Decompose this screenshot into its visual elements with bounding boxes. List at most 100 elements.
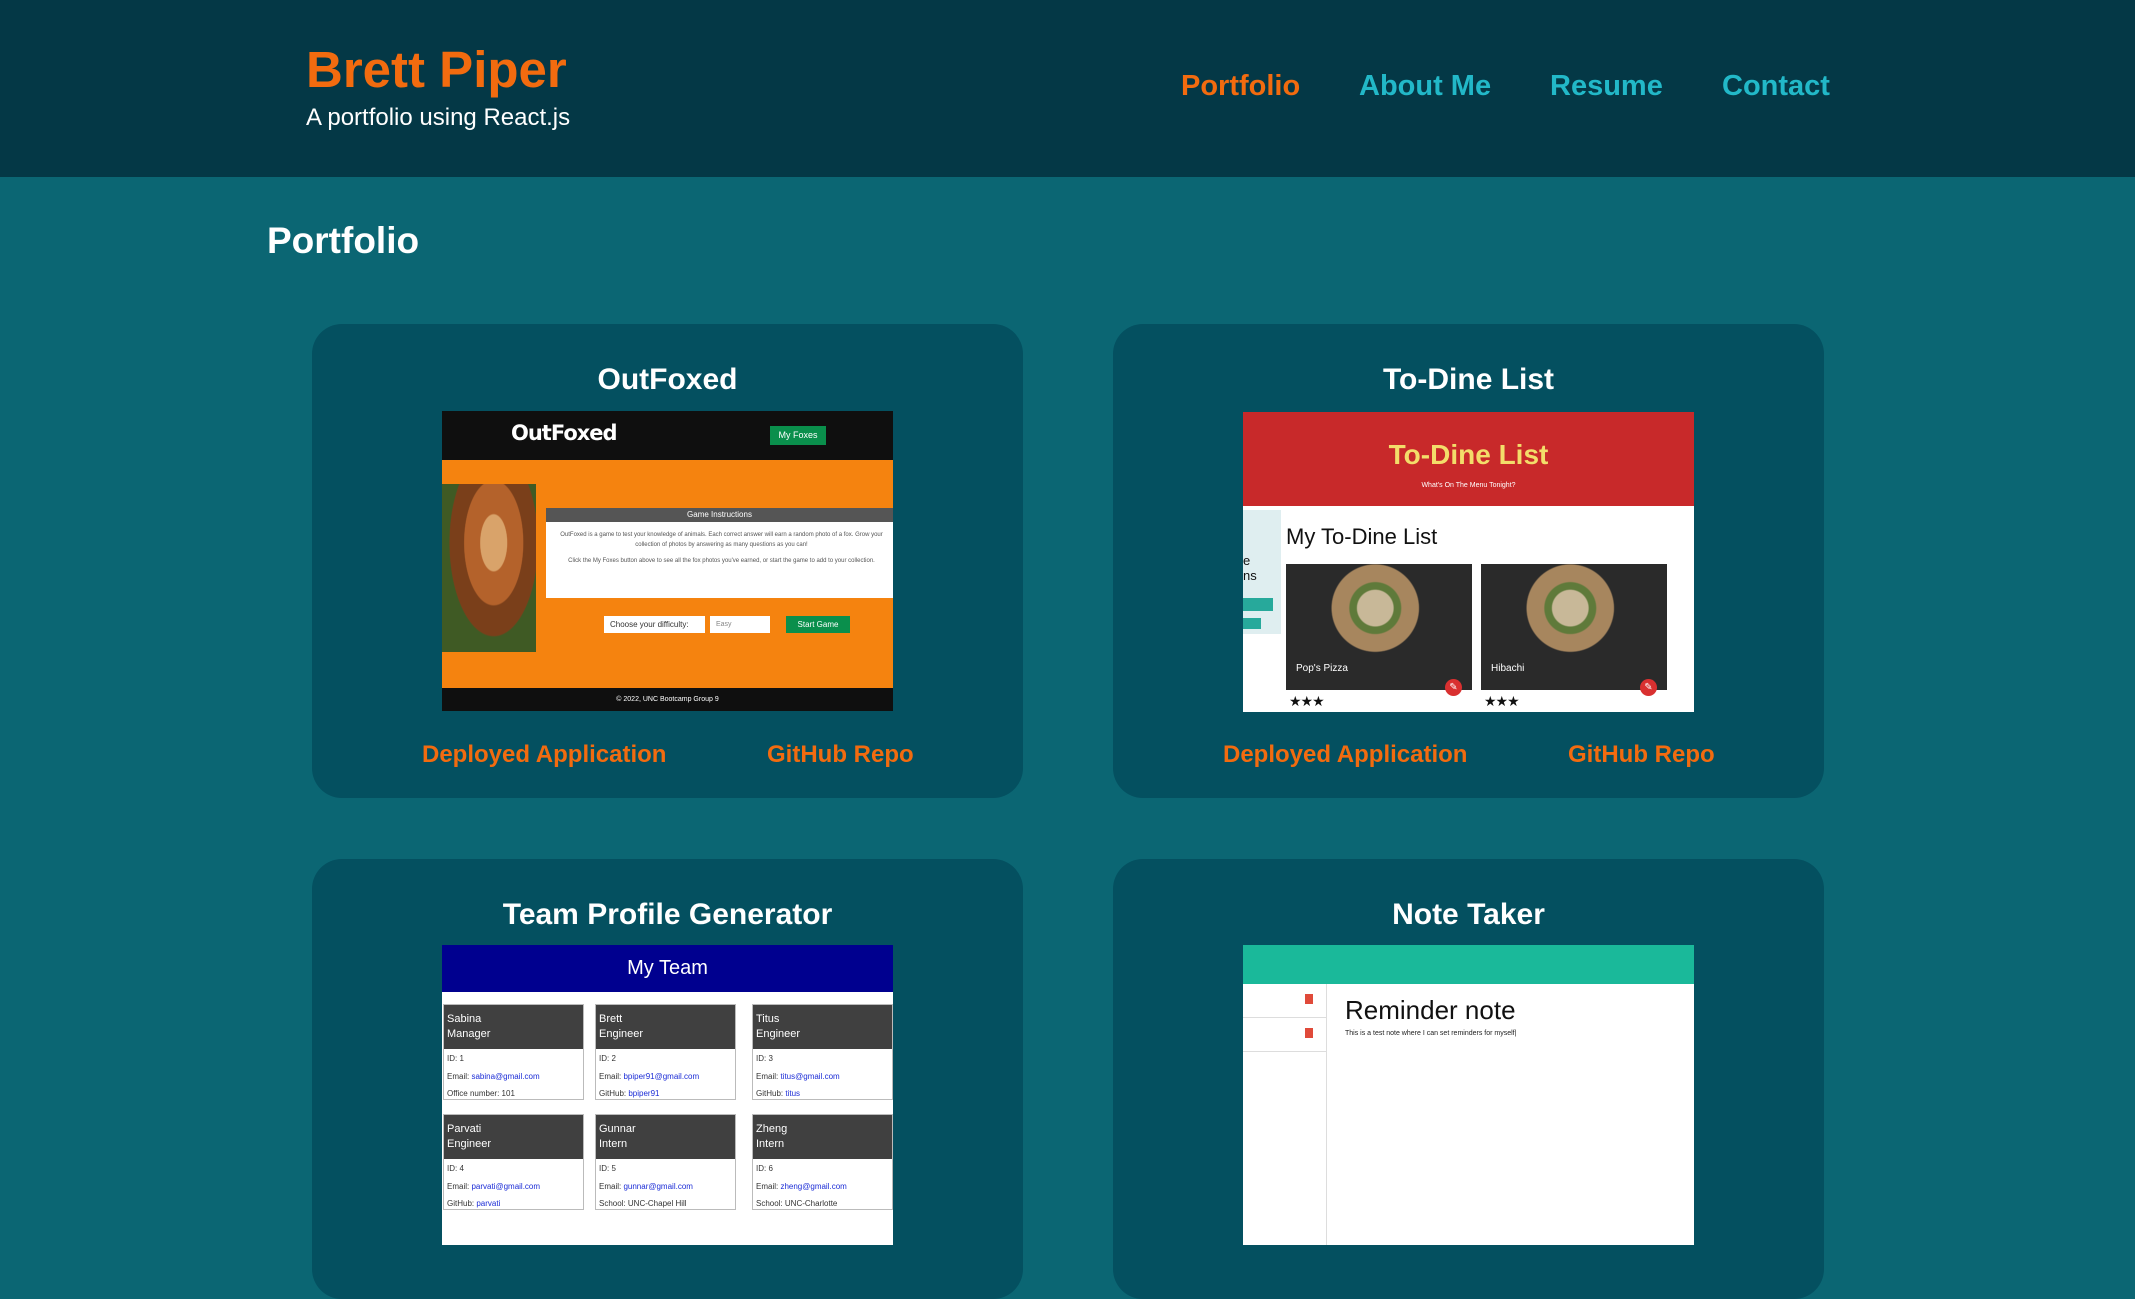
- screenshot-instructions-panel: Game Instructions OutFoxed is a game to …: [546, 508, 893, 598]
- member-role: Manager: [447, 1028, 491, 1040]
- member-extra-label: School:: [599, 1199, 628, 1208]
- member-extra-label: GitHub:: [756, 1089, 786, 1098]
- member-role: Engineer: [756, 1028, 801, 1040]
- member-name: Gunnar: [599, 1123, 636, 1135]
- team-member-card: Parvati Engineer ID: 4 Email: parvati@gma…: [443, 1114, 584, 1210]
- panel-text-2: Click the My Foxes button above to see a…: [568, 558, 875, 564]
- trash-icon: [1305, 1028, 1313, 1038]
- screenshot-panel-text: OutFoxed is a game to test your knowledg…: [554, 530, 889, 566]
- note-title: Reminder note: [1345, 995, 1516, 1025]
- nav-contact[interactable]: Contact: [1722, 66, 1830, 106]
- member-id: ID: 3: [756, 1054, 773, 1063]
- member-email-link: zheng@gmail.com: [780, 1182, 847, 1191]
- member-extra-value: UNC-Chapel Hill: [627, 1199, 687, 1208]
- member-extra-value: bpiper91: [628, 1089, 660, 1098]
- screenshot-logo: OutFoxed: [511, 421, 618, 445]
- sidebar-button-small: [1243, 618, 1261, 629]
- nav-resume[interactable]: Resume: [1550, 66, 1663, 106]
- member-header: Titus Engineer: [753, 1005, 892, 1049]
- team-member-card: Zheng Intern ID: 6 Email: zheng@gmail.com…: [752, 1114, 893, 1210]
- screenshot-header: My Team: [442, 945, 893, 992]
- member-email: Email: titus@gmail.com: [756, 1072, 840, 1081]
- project-screenshot: My Team Sabina Manager ID: 1 Email: sabin…: [442, 945, 893, 1245]
- member-header: Brett Engineer: [596, 1005, 735, 1049]
- project-title: To-Dine List: [1382, 363, 1555, 396]
- site-tagline: A portfolio using React.js: [306, 104, 571, 131]
- sidebar-text: e ns: [1243, 553, 1257, 583]
- panel-text-1: OutFoxed is a game to test your knowledg…: [560, 532, 883, 548]
- restaurant-name: Pop's Pizza: [1296, 663, 1348, 674]
- screenshot-navbar: [1243, 945, 1694, 984]
- member-id: ID: 5: [599, 1164, 616, 1173]
- member-header: Gunnar Intern: [596, 1115, 735, 1159]
- member-email: Email: parvati@gmail.com: [447, 1182, 541, 1191]
- member-extra-value: titus: [785, 1089, 801, 1098]
- member-role: Engineer: [599, 1028, 644, 1040]
- github-repo-link[interactable]: GitHub Repo: [1568, 738, 1715, 772]
- screenshot-difficulty-select: Easy: [710, 616, 770, 633]
- trash-icon: [1305, 994, 1313, 1004]
- member-email-link: gunnar@gmail.com: [623, 1182, 693, 1191]
- sidebar-button: [1243, 598, 1273, 611]
- deployed-app-link[interactable]: Deployed Application: [1223, 738, 1467, 772]
- member-name: Brett: [599, 1013, 623, 1025]
- member-name: Zheng: [756, 1123, 788, 1135]
- note-text: This is a test note where I can set remi…: [1345, 1030, 1517, 1037]
- edit-icon: ✎: [1445, 679, 1462, 696]
- edit-icon: ✎: [1640, 679, 1657, 696]
- member-id: ID: 1: [447, 1054, 464, 1063]
- member-extra-value: parvati: [476, 1199, 501, 1208]
- screenshot-sidebar: e ns: [1243, 510, 1281, 634]
- member-extra: GitHub: titus: [756, 1089, 800, 1098]
- note-list-item: [1243, 1018, 1327, 1052]
- note-list-item: [1243, 984, 1327, 1018]
- github-repo-link[interactable]: GitHub Repo: [767, 738, 914, 772]
- member-email-link: parvati@gmail.com: [471, 1182, 541, 1191]
- restaurant-card: Hibachi ✎: [1481, 564, 1667, 696]
- member-extra: GitHub: bpiper91: [599, 1089, 659, 1098]
- team-member-card: Gunnar Intern ID: 5 Email: gunnar@gmail.c…: [595, 1114, 736, 1210]
- screenshot-start-button: Start Game: [786, 616, 850, 633]
- project-card-to-dine-list: To-Dine List To-Dine List What's On The …: [1113, 324, 1824, 798]
- member-id: ID: 4: [447, 1164, 464, 1173]
- nav-about-me[interactable]: About Me: [1359, 66, 1491, 106]
- member-extra-label: GitHub:: [599, 1089, 629, 1098]
- main-nav: Portfolio About Me Resume Contact: [0, 66, 2135, 106]
- member-email: Email: sabina@gmail.com: [447, 1072, 540, 1081]
- member-extra-label: GitHub:: [447, 1199, 477, 1208]
- project-links: Deployed Application GitHub Repo: [1113, 738, 1824, 772]
- rating-stars: ★★★: [1289, 693, 1325, 709]
- project-screenshot: OutFoxed My Foxes Game Instructions OutF…: [442, 411, 893, 711]
- team-member-card: Brett Engineer ID: 2 Email: bpiper91@gmai…: [595, 1004, 736, 1100]
- member-name: Titus: [756, 1013, 780, 1025]
- project-title: OutFoxed: [597, 363, 738, 396]
- member-role: Intern: [756, 1138, 785, 1150]
- screenshot-navbar: OutFoxed My Foxes: [442, 411, 893, 460]
- member-email: Email: bpiper91@gmail.com: [599, 1072, 700, 1081]
- member-extra-value: UNC-Charlotte: [784, 1199, 838, 1208]
- rating-stars: ★★★: [1484, 693, 1520, 709]
- screenshot-panel-title: Game Instructions: [546, 508, 893, 522]
- member-email-link: sabina@gmail.com: [471, 1072, 540, 1081]
- project-title: Note Taker: [1392, 898, 1545, 931]
- member-header: Zheng Intern: [753, 1115, 892, 1159]
- screenshot-logo: To-Dine List: [1388, 439, 1549, 470]
- team-member-card: Sabina Manager ID: 1 Email: sabina@gmail.…: [443, 1004, 584, 1100]
- nav-portfolio[interactable]: Portfolio: [1181, 66, 1300, 106]
- project-screenshot: Reminder note This is a test note where …: [1243, 945, 1694, 1245]
- site-header: Brett Piper A portfolio using React.js P…: [0, 0, 2135, 177]
- team-member-card: Titus Engineer ID: 3 Email: titus@gmail.c…: [752, 1004, 893, 1100]
- member-name: Parvati: [447, 1123, 482, 1135]
- fox-photo: [442, 484, 536, 652]
- project-card-note-taker: Note Taker Reminder note This is a test …: [1113, 859, 1824, 1299]
- member-id: ID: 6: [756, 1164, 773, 1173]
- restaurant-card: Pop's Pizza ✎: [1286, 564, 1472, 696]
- screenshot-my-foxes-button: My Foxes: [770, 426, 826, 445]
- deployed-app-link[interactable]: Deployed Application: [422, 738, 666, 772]
- page-title: Portfolio: [267, 220, 420, 261]
- member-role: Engineer: [447, 1138, 492, 1150]
- member-header: Parvati Engineer: [444, 1115, 583, 1159]
- member-extra: Office number: 101: [447, 1089, 515, 1098]
- screenshot-tagline: What's On The Menu Tonight?: [1421, 482, 1516, 489]
- screenshot-footer: © 2022, UNC Bootcamp Group 9: [442, 688, 893, 711]
